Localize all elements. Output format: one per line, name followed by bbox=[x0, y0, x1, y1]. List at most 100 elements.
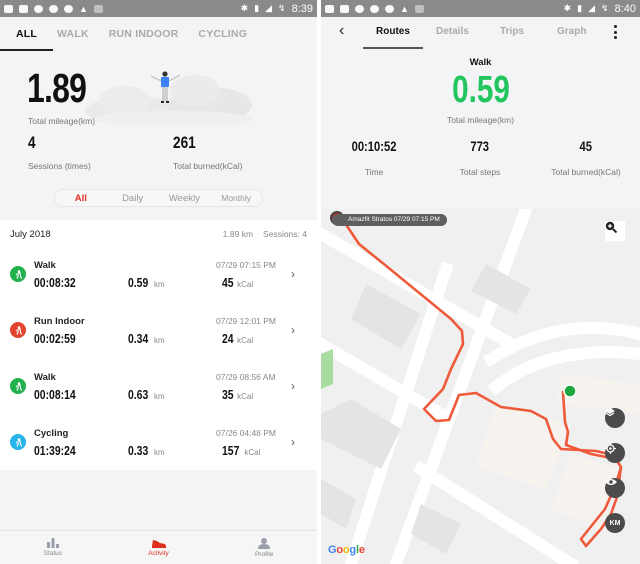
signal-icon: ◢ bbox=[265, 3, 273, 13]
battery-charging-icon: ↯ bbox=[601, 3, 609, 13]
activity-list: July 2018 1.89 km Sessions: 4 Walk 00:08… bbox=[0, 220, 317, 470]
burned-label: Total burned(kCal) bbox=[173, 161, 243, 171]
activity-list-screen: ▲ ✱ ▮ ◢ ↯ 8:39 ALL WALK RUN INDOOR CYCLI… bbox=[0, 0, 317, 564]
eye-icon bbox=[605, 479, 617, 485]
filter-daily[interactable]: Daily bbox=[107, 193, 159, 204]
back-arrow-icon[interactable]: ‹ bbox=[339, 22, 344, 40]
activity-row[interactable]: Cycling 01:39:24 0.33 km 07/26 04:48 PM … bbox=[0, 416, 317, 472]
amazfit-notification-icon: ▲ bbox=[79, 3, 88, 14]
amazfit-notification-icon: ▲ bbox=[400, 3, 409, 14]
misc-notification-icon bbox=[93, 4, 103, 13]
activity-datetime: 07/26 04:48 PM bbox=[216, 428, 277, 438]
activity-type: Walk bbox=[34, 372, 56, 383]
zoom-in-button[interactable] bbox=[605, 221, 625, 241]
activity-row[interactable]: Walk 00:08:14 0.63 km 07/29 08:56 AM 35 … bbox=[0, 360, 317, 416]
building bbox=[321, 479, 356, 529]
tab-details[interactable]: Details bbox=[436, 26, 469, 37]
activity-row[interactable]: Run Indoor 00:02:59 0.34 km 07/29 12:01 … bbox=[0, 304, 317, 360]
walk-icon bbox=[10, 266, 26, 282]
google-attribution: Google bbox=[328, 544, 365, 556]
activity-mileage-value: 0.59 bbox=[451, 69, 510, 111]
tab-routes[interactable]: Routes bbox=[376, 26, 410, 37]
view-toggle-button[interactable] bbox=[605, 478, 625, 498]
activity-distance: 0.59 km bbox=[128, 275, 165, 290]
activity-datetime: 07/29 08:56 AM bbox=[216, 372, 276, 382]
clock-time: 8:39 bbox=[291, 2, 313, 15]
cloud-notification-icon bbox=[34, 4, 43, 13]
route-end-marker[interactable] bbox=[563, 384, 577, 398]
app-notification-icon bbox=[64, 4, 73, 13]
bluetooth-icon: ✱ bbox=[240, 3, 249, 13]
activity-type: Walk bbox=[469, 57, 492, 68]
park bbox=[321, 349, 333, 389]
tab-cycling[interactable]: CYCLING bbox=[198, 17, 247, 51]
person-icon bbox=[258, 537, 271, 549]
month-distance: 1.89 km bbox=[222, 229, 254, 239]
zoom-in-icon bbox=[605, 221, 617, 233]
image-notification-icon bbox=[19, 4, 28, 13]
vibrate-icon: ▮ bbox=[254, 3, 260, 13]
tab-graph[interactable]: Graph bbox=[557, 26, 586, 37]
activity-distance: 0.34 km bbox=[128, 331, 165, 346]
activity-type: Cycling bbox=[34, 428, 69, 439]
locate-button[interactable] bbox=[605, 443, 625, 463]
activity-distance: 0.63 km bbox=[128, 387, 165, 402]
image-notification-icon bbox=[340, 4, 349, 13]
battery-charging-icon: ↯ bbox=[278, 3, 286, 13]
activity-duration: 00:08:32 bbox=[34, 275, 76, 290]
activity-kcal: 35 kCal bbox=[222, 387, 254, 402]
nav-profile[interactable]: Profile bbox=[211, 531, 317, 564]
activity-row[interactable]: Walk 00:08:32 0.59 km 07/29 07:15 PM 45 … bbox=[0, 248, 317, 304]
bottom-navigation: Status Activity Profile bbox=[0, 530, 317, 564]
tab-run-indoor[interactable]: RUN INDOOR bbox=[109, 17, 179, 51]
more-options-icon[interactable] bbox=[614, 25, 618, 39]
walk-icon bbox=[10, 378, 26, 394]
treadmill-icon bbox=[10, 322, 26, 338]
detail-summary: Walk 0.59 Total mileage(km) 00:10:52 Tim… bbox=[321, 49, 640, 209]
person-on-clouds-illustration bbox=[85, 71, 253, 124]
activity-kcal: 157 kCal bbox=[222, 443, 261, 458]
cloud-notification-icon bbox=[355, 4, 364, 13]
distance-markers-button[interactable]: KM bbox=[605, 513, 625, 533]
activity-type: Walk bbox=[34, 260, 56, 271]
steps-value: 773 bbox=[470, 138, 490, 154]
chevron-right-icon[interactable]: › bbox=[291, 323, 295, 337]
kcal-value: 45 bbox=[579, 138, 593, 154]
activity-datetime: 07/29 12:01 PM bbox=[216, 316, 277, 326]
chevron-right-icon[interactable]: › bbox=[291, 379, 295, 393]
bike-icon bbox=[10, 434, 26, 450]
route-start-label[interactable]: Amazfit Stratos 07/29 07:15 PM bbox=[332, 214, 447, 226]
summary-section: 1.89 Total mileage(km) 4 Sessions (times… bbox=[0, 51, 317, 216]
time-label: Time bbox=[364, 167, 384, 177]
month-sessions: Sessions: 4 bbox=[263, 229, 307, 239]
map-layers-button[interactable] bbox=[605, 408, 625, 428]
period-filter: All Daily Weekly Monthly bbox=[54, 189, 263, 207]
layers-icon bbox=[605, 408, 615, 417]
steps-label: Total steps bbox=[459, 167, 501, 177]
filter-monthly[interactable]: Monthly bbox=[210, 193, 262, 203]
building bbox=[351, 284, 421, 349]
tab-walk[interactable]: WALK bbox=[57, 17, 89, 51]
nav-status[interactable]: Status bbox=[0, 531, 106, 564]
chevron-right-icon[interactable]: › bbox=[291, 267, 295, 281]
bluetooth-icon: ✱ bbox=[563, 3, 572, 13]
shoe-icon bbox=[151, 540, 166, 548]
tab-trips[interactable]: Trips bbox=[500, 26, 524, 37]
chevron-right-icon[interactable]: › bbox=[291, 435, 295, 449]
total-mileage-value: 1.89 bbox=[27, 65, 87, 111]
filter-weekly[interactable]: Weekly bbox=[159, 193, 211, 204]
time-value: 00:10:52 bbox=[351, 138, 397, 154]
activity-kcal: 45 kCal bbox=[222, 275, 254, 290]
route-map[interactable]: Amazfit Stratos 07/29 07:15 PM KM Google bbox=[321, 209, 640, 564]
nav-activity-label: Activity bbox=[148, 550, 169, 557]
activity-type-tabs: ALL WALK RUN INDOOR CYCLING bbox=[0, 17, 317, 51]
filter-all[interactable]: All bbox=[55, 193, 107, 204]
youtube-notification-icon bbox=[4, 4, 13, 13]
crosshair-icon bbox=[605, 443, 616, 454]
nav-activity[interactable]: Activity bbox=[106, 531, 212, 564]
activity-kcal: 24 kCal bbox=[222, 331, 254, 346]
activity-duration: 00:08:14 bbox=[34, 387, 76, 402]
tab-all[interactable]: ALL bbox=[0, 17, 54, 51]
bar-chart-icon bbox=[46, 538, 59, 548]
app-notification-icon bbox=[49, 4, 58, 13]
